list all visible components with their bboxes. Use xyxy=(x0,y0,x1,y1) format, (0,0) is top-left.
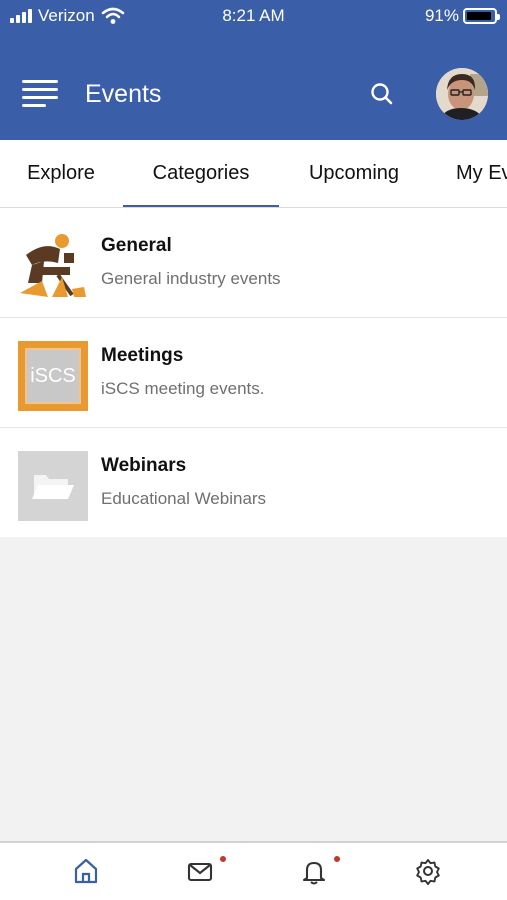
avatar[interactable] xyxy=(436,68,488,120)
tab-upcoming[interactable]: Upcoming xyxy=(285,140,423,207)
mail-icon[interactable] xyxy=(183,855,217,887)
search-icon[interactable] xyxy=(368,80,396,108)
tab-categories[interactable]: Categories xyxy=(123,140,279,207)
category-description: General industry events xyxy=(101,269,281,288)
notification-badge xyxy=(334,856,340,862)
gear-icon[interactable] xyxy=(411,855,445,887)
category-row-meetings[interactable]: iSCS Meetings iSCS meeting events. xyxy=(0,318,507,428)
category-title: Meetings xyxy=(101,345,184,366)
page-title: Events xyxy=(85,80,162,108)
status-right: 91% xyxy=(424,6,500,26)
folder-icon xyxy=(18,451,88,521)
battery-icon xyxy=(463,8,500,24)
bottom-nav xyxy=(0,841,507,900)
category-title: Webinars xyxy=(101,455,187,476)
category-row-webinars[interactable]: Webinars Educational Webinars xyxy=(0,428,507,537)
status-bar: Verizon 8:21 AM 91% xyxy=(0,0,507,36)
category-list: General General industry events iSCS Mee… xyxy=(0,208,507,537)
category-description: Educational Webinars xyxy=(101,489,267,508)
tab-my-events[interactable]: My Ev xyxy=(446,140,507,207)
tab-explore[interactable]: Explore xyxy=(0,140,122,207)
hamburger-menu-icon[interactable] xyxy=(22,80,60,108)
battery-percent: 91% xyxy=(424,6,459,25)
mail-badge xyxy=(220,856,226,862)
category-description: iSCS meeting events. xyxy=(101,379,265,398)
industry-worker-logo xyxy=(18,231,88,301)
iscs-logo-text: iSCS xyxy=(30,365,76,387)
category-row-general[interactable]: General General industry events xyxy=(0,208,507,318)
bell-icon[interactable] xyxy=(297,855,331,887)
home-icon[interactable] xyxy=(69,855,103,887)
category-title: General xyxy=(101,235,172,256)
header: Verizon 8:21 AM 91% Events xyxy=(0,0,507,140)
app-bar: Events xyxy=(0,56,507,132)
iscs-logo: iSCS xyxy=(18,341,88,411)
tab-bar: Explore Categories Upcoming My Ev xyxy=(0,140,507,208)
